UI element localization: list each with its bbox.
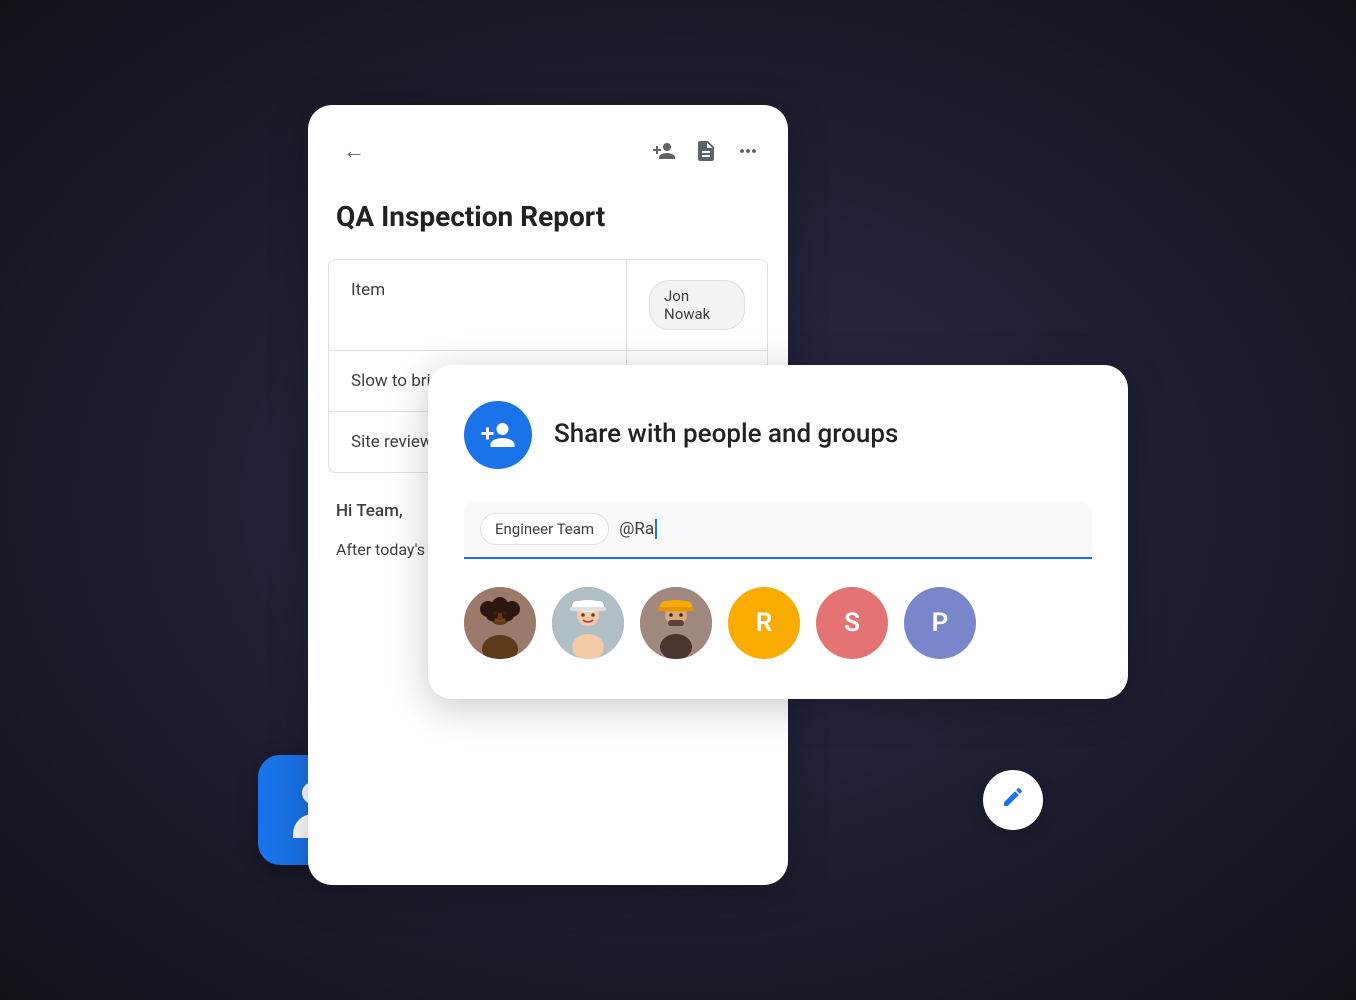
assignee-badge[interactable]: Jon Nowak [649,280,745,330]
doc-header: ← [308,105,788,189]
typed-text: @Ra [619,519,654,539]
add-person-icon[interactable] [652,139,676,163]
table-row: Item Jon Nowak [329,260,767,351]
avatar-p-letter: P [932,608,949,638]
avatar-r-letter: R [756,608,773,638]
avatar-person-3[interactable] [640,587,712,659]
back-button[interactable]: ← [336,133,372,169]
table-cell-item-value: Jon Nowak [627,260,767,350]
doc-title: QA Inspection Report [308,189,788,259]
avatar-r[interactable]: R [728,587,800,659]
edit-icon [1001,785,1025,815]
header-icons [652,139,760,163]
back-arrow-icon: ← [343,138,365,164]
avatars-row: R S P [464,587,1092,659]
avatar-s[interactable]: S [816,587,888,659]
edit-fab-button[interactable] [983,770,1043,830]
avatar-s-letter: S [844,608,860,638]
share-dialog-header: Share with people and groups [464,401,1092,469]
avatar-person-2[interactable] [552,587,624,659]
table-cell-item-label: Item [329,260,627,350]
share-icon-circle [464,401,532,469]
avatar-person-1[interactable] [464,587,536,659]
share-input-container[interactable]: Engineer Team @Ra [464,501,1092,559]
more-options-icon[interactable] [736,139,760,163]
avatar-p[interactable]: P [904,587,976,659]
share-dialog-title: Share with people and groups [554,418,898,452]
engineer-team-chip[interactable]: Engineer Team [480,513,609,545]
share-input-field[interactable]: @Ra [619,519,1076,540]
text-cursor [655,519,657,539]
doc-description-icon[interactable] [694,139,718,163]
share-dialog: Share with people and groups Engineer Te… [428,365,1128,699]
